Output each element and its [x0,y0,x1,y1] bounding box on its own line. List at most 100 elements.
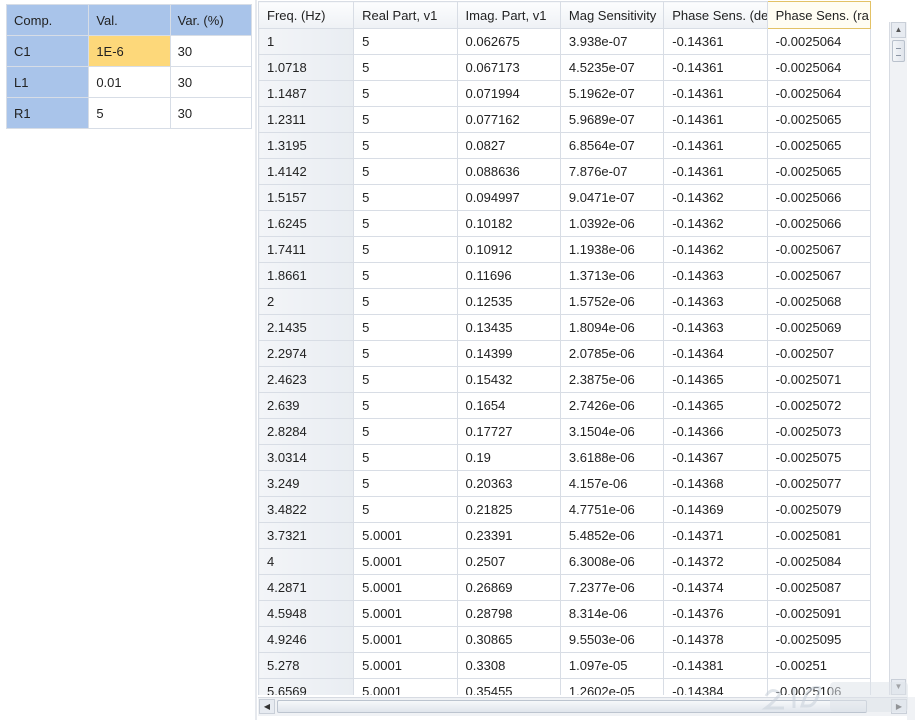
cell-frequency[interactable]: 1.7411 [258,236,355,263]
table-row[interactable]: 4.9246 5.0001 0.30865 9.5503e-06 -0.14378 -0.… [258,626,872,653]
vertical-scrollbar[interactable]: ▲ ▼ [889,22,907,695]
cell-mag-sensitivity[interactable]: 1.8094e-06 [559,314,665,341]
cell-real-part[interactable]: 5 [353,392,458,419]
table-row[interactable]: 1.5157 5 0.094997 9.0471e-07 -0.14362 -0.0025… [258,184,872,211]
cell-phase-sens-rad[interactable]: -0.0025075 [766,444,872,471]
cell-frequency[interactable]: 3.4822 [258,496,355,523]
cell-real-part[interactable]: 5 [353,470,458,497]
cell-real-part[interactable]: 5.0001 [353,678,458,695]
cell-phase-sens-deg[interactable]: -0.14361 [663,158,768,185]
cell-real-part[interactable]: 5 [353,80,458,107]
cell-real-part[interactable]: 5.0001 [353,574,458,601]
cell-frequency[interactable]: 1.2311 [258,106,355,133]
table-row[interactable]: 1.7411 5 0.10912 1.1938e-06 -0.14362 -0.00250… [258,236,872,263]
table-row[interactable]: 1.4142 5 0.088636 7.876e-07 -0.14361 -0.00250… [258,158,872,185]
cell-real-part[interactable]: 5.0001 [353,548,458,575]
cell-real-part[interactable]: 5 [353,496,458,523]
cell-imag-part[interactable]: 0.067173 [456,54,561,81]
cell-phase-sens-deg[interactable]: -0.14384 [663,678,768,695]
cell-phase-sens-deg[interactable]: -0.14371 [663,522,768,549]
cell-imag-part[interactable]: 0.14399 [456,340,561,367]
cell-frequency[interactable]: 1 [258,28,355,55]
cell-phase-sens-rad[interactable]: -0.0025066 [766,184,872,211]
table-row[interactable]: 1.3195 5 0.0827 6.8564e-07 -0.14361 -0.002506… [258,132,872,159]
cell-frequency[interactable]: 2.4623 [258,366,355,393]
cell-phase-sens-deg[interactable]: -0.14361 [663,54,768,81]
cell-real-part[interactable]: 5 [353,288,458,315]
col-header-imag-part[interactable]: Imag. Part, v1 [456,1,561,29]
component-variation-cell[interactable]: 30 [169,97,253,129]
table-row[interactable]: 1.0718 5 0.067173 4.5235e-07 -0.14361 -0.0025… [258,54,872,81]
component-value-cell[interactable]: 1E-6 [88,35,171,67]
cell-imag-part[interactable]: 0.10182 [456,210,561,237]
cell-phase-sens-rad[interactable]: -0.0025069 [766,314,872,341]
component-variation-cell[interactable]: 30 [169,66,253,98]
cell-real-part[interactable]: 5 [353,54,458,81]
cell-imag-part[interactable]: 0.12535 [456,288,561,315]
cell-phase-sens-rad[interactable]: -0.0025064 [766,54,872,81]
cell-mag-sensitivity[interactable]: 5.4852e-06 [559,522,665,549]
cell-phase-sens-deg[interactable]: -0.14363 [663,288,768,315]
table-row[interactable]: 3.249 5 0.20363 4.157e-06 -0.14368 -0.0025077 [258,470,872,497]
cell-frequency[interactable]: 1.8661 [258,262,355,289]
cell-imag-part[interactable]: 0.0827 [456,132,561,159]
cell-imag-part[interactable]: 0.1654 [456,392,561,419]
cell-imag-part[interactable]: 0.28798 [456,600,561,627]
triangle-up-icon[interactable]: ▲ [891,22,906,38]
cell-frequency[interactable]: 4 [258,548,355,575]
cell-imag-part[interactable]: 0.35455 [456,678,561,695]
cell-phase-sens-rad[interactable]: -0.0025064 [766,28,872,55]
cell-imag-part[interactable]: 0.21825 [456,496,561,523]
cell-frequency[interactable]: 1.6245 [258,210,355,237]
cell-phase-sens-deg[interactable]: -0.14361 [663,132,768,159]
cell-frequency[interactable]: 2.639 [258,392,355,419]
cell-frequency[interactable]: 3.0314 [258,444,355,471]
col-header-real-part[interactable]: Real Part, v1 [353,1,458,29]
cell-real-part[interactable]: 5 [353,444,458,471]
cell-mag-sensitivity[interactable]: 1.5752e-06 [559,288,665,315]
cell-phase-sens-rad[interactable]: -0.0025065 [766,106,872,133]
table-row[interactable]: 1.6245 5 0.10182 1.0392e-06 -0.14362 -0.00250… [258,210,872,237]
cell-frequency[interactable]: 2 [258,288,355,315]
cell-real-part[interactable]: 5 [353,28,458,55]
cell-phase-sens-rad[interactable]: -0.0025084 [766,548,872,575]
cell-real-part[interactable]: 5.0001 [353,652,458,679]
cell-frequency[interactable]: 1.5157 [258,184,355,211]
cell-phase-sens-rad[interactable]: -0.0025067 [766,262,872,289]
cell-imag-part[interactable]: 0.10912 [456,236,561,263]
cell-real-part[interactable]: 5 [353,158,458,185]
cell-mag-sensitivity[interactable]: 4.7751e-06 [559,496,665,523]
cell-frequency[interactable]: 2.1435 [258,314,355,341]
cell-real-part[interactable]: 5 [353,132,458,159]
cell-imag-part[interactable]: 0.15432 [456,366,561,393]
cell-phase-sens-rad[interactable]: -0.0025081 [766,522,872,549]
cell-mag-sensitivity[interactable]: 7.2377e-06 [559,574,665,601]
cell-phase-sens-rad[interactable]: -0.0025072 [766,392,872,419]
cell-phase-sens-rad[interactable]: -0.0025064 [766,80,872,107]
cell-mag-sensitivity[interactable]: 3.1504e-06 [559,418,665,445]
table-row[interactable]: 2.639 5 0.1654 2.7426e-06 -0.14365 -0.0025072 [258,392,872,419]
cell-real-part[interactable]: 5 [353,340,458,367]
cell-mag-sensitivity[interactable]: 3.6188e-06 [559,444,665,471]
component-name[interactable]: R1 [5,97,90,129]
cell-frequency[interactable]: 4.2871 [258,574,355,601]
cell-phase-sens-rad[interactable]: -0.0025087 [766,574,872,601]
cell-phase-sens-rad[interactable]: -0.0025095 [766,626,872,653]
table-row[interactable]: 3.7321 5.0001 0.23391 5.4852e-06 -0.14371 -0.… [258,522,872,549]
cell-phase-sens-deg[interactable]: -0.14362 [663,236,768,263]
cell-frequency[interactable]: 2.2974 [258,340,355,367]
cell-mag-sensitivity[interactable]: 6.3008e-06 [559,548,665,575]
cell-mag-sensitivity[interactable]: 4.5235e-07 [559,54,665,81]
table-row[interactable]: 1.8661 5 0.11696 1.3713e-06 -0.14363 -0.00250… [258,262,872,289]
table-row[interactable]: 2.2974 5 0.14399 2.0785e-06 -0.14364 -0.00250… [258,340,872,367]
cell-mag-sensitivity[interactable]: 1.0392e-06 [559,210,665,237]
cell-mag-sensitivity[interactable]: 1.2602e-05 [559,678,665,695]
cell-mag-sensitivity[interactable]: 9.0471e-07 [559,184,665,211]
component-value-cell[interactable]: 0.01 [88,66,171,98]
cell-phase-sens-deg[interactable]: -0.14378 [663,626,768,653]
cell-mag-sensitivity[interactable]: 4.157e-06 [559,470,665,497]
cell-imag-part[interactable]: 0.3308 [456,652,561,679]
cell-real-part[interactable]: 5 [353,210,458,237]
cell-frequency[interactable]: 1.0718 [258,54,355,81]
cell-phase-sens-deg[interactable]: -0.14367 [663,444,768,471]
